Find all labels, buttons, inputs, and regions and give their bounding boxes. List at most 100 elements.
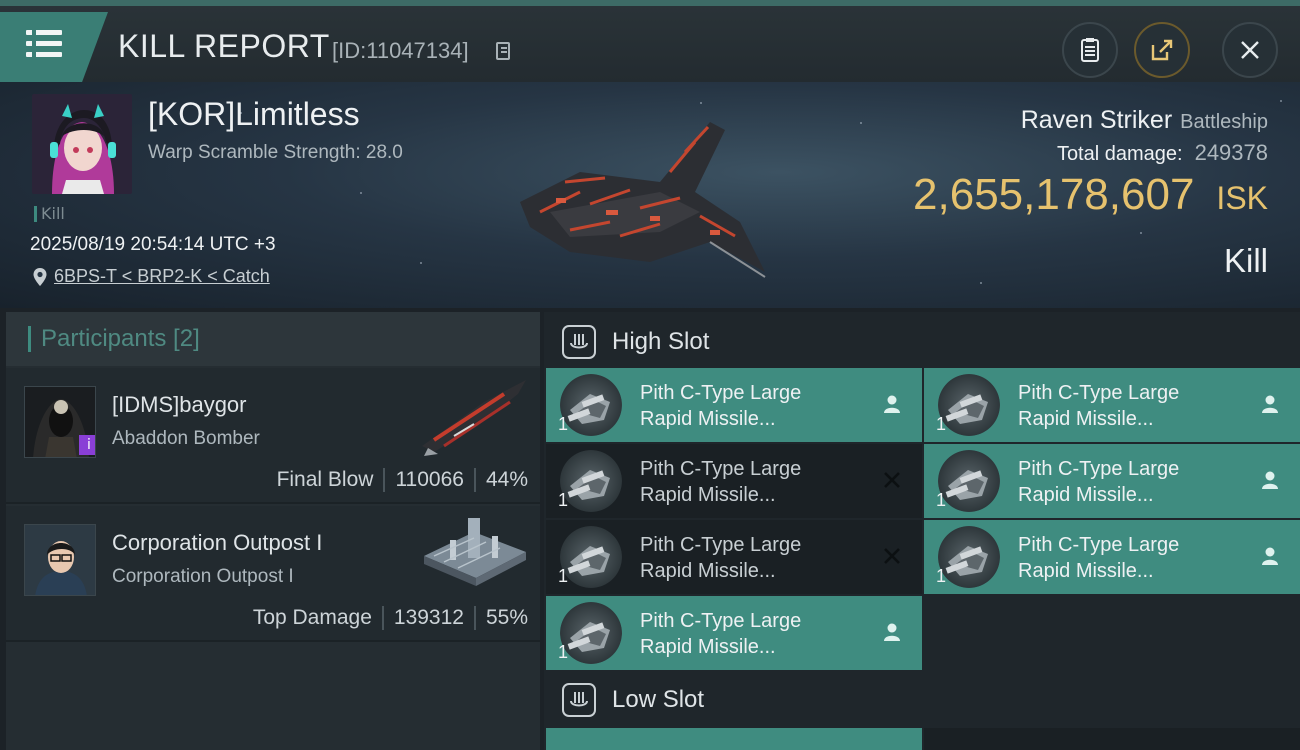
- module-name-line1: Pith C-Type Large: [1018, 534, 1180, 556]
- low-slot-label: Low Slot: [612, 686, 705, 713]
- result-label: Kill: [1223, 242, 1268, 279]
- stat-divider: [473, 606, 476, 630]
- kill-datetime: 2025/08/19 20:54:14 UTC +3: [30, 234, 276, 255]
- module-icon: [560, 602, 622, 664]
- high-slot-module[interactable]: 1 Pith C-Type Large Rapid Missile...: [546, 520, 922, 594]
- fitting-panel: High Slot 1 Pith C-Type Large Rapid Missil…: [544, 312, 1300, 750]
- high-slot-label: High Slot: [612, 328, 710, 355]
- total-damage-label: Total damage:: [1056, 143, 1183, 165]
- module-name-line2: Rapid Missile...: [1018, 484, 1154, 506]
- stat-divider: [381, 606, 384, 630]
- module-name-line2: Rapid Missile...: [1018, 408, 1154, 430]
- low-slot-module[interactable]: [924, 728, 1300, 750]
- high-slot-module[interactable]: 1 Pith C-Type Large Rapid Missile...: [546, 444, 922, 518]
- module-icon: [938, 374, 1000, 436]
- module-name-line1: Pith C-Type Large: [1018, 382, 1180, 404]
- module-quantity: 1: [936, 414, 947, 434]
- module-quantity: 1: [558, 490, 569, 510]
- participant-stats: Final Blow 110066 44%: [277, 468, 528, 492]
- low-slot-header: Low Slot: [544, 672, 1300, 728]
- participant-row[interactable]: Corporation Outpost I Corporation Outpos…: [6, 506, 540, 642]
- copy-icon[interactable]: [496, 42, 510, 60]
- module-name: Pith C-Type Large Rapid Missile...: [640, 608, 870, 660]
- star: [420, 262, 422, 264]
- destroyed-icon: [884, 472, 900, 488]
- high-slot-module[interactable]: 1 Pith C-Type Large Rapid Missile...: [924, 368, 1300, 442]
- clipboard-icon: [1081, 38, 1099, 62]
- module-name-line1: Pith C-Type Large: [640, 534, 802, 556]
- high-slot-module[interactable]: 1 Pith C-Type Large Rapid Missile...: [546, 596, 922, 670]
- module-icon: [560, 450, 622, 512]
- module-quantity: 1: [558, 642, 569, 662]
- total-damage: Total damage: 249378: [1057, 140, 1268, 166]
- high-slot-module[interactable]: 1 Pith C-Type Large Rapid Missile...: [924, 444, 1300, 518]
- share-icon: [1151, 39, 1173, 61]
- clipboard-button[interactable]: [1062, 22, 1118, 78]
- module-name-line2: Rapid Missile...: [1018, 560, 1154, 582]
- module-icon: [560, 526, 622, 588]
- participant-row[interactable]: i [IDMS]baygor Abaddon Bomber Final Blow…: [6, 368, 540, 504]
- module-name: Pith C-Type Large Rapid Missile...: [640, 380, 870, 432]
- participant-ship-image: [422, 380, 526, 456]
- high-slot-module[interactable]: 1 Pith C-Type Large Rapid Missile...: [924, 520, 1300, 594]
- module-quantity: 1: [936, 490, 947, 510]
- participant-stats: Top Damage 139312 55%: [253, 606, 528, 630]
- isk-value: 2,655,178,607 ISK: [913, 170, 1268, 220]
- ship-class: Battleship: [1180, 111, 1268, 133]
- participants-title: Participants [2]: [28, 326, 200, 352]
- victim-ship[interactable]: Raven Striker Battleship: [1021, 106, 1268, 135]
- high-slot-icon: [562, 325, 596, 359]
- kill-summary: [KOR]Limitless Warp Scramble Strength: 2…: [0, 82, 1300, 308]
- isk-unit: ISK: [1216, 180, 1268, 216]
- high-slot-header: High Slot: [544, 314, 1300, 370]
- participant-percent: 44%: [485, 468, 528, 491]
- star: [980, 282, 982, 284]
- page-title: KILL REPORT: [118, 28, 330, 64]
- isk-amount: 2,655,178,607: [913, 170, 1195, 219]
- module-icon: [938, 526, 1000, 588]
- ship-name: Raven Striker: [1020, 106, 1173, 134]
- share-button[interactable]: [1134, 22, 1190, 78]
- warp-scramble-strength: Warp Scramble Strength: 28.0: [148, 142, 403, 163]
- module-name: Pith C-Type Large Rapid Missile...: [640, 456, 870, 508]
- module-quantity: 1: [558, 566, 569, 586]
- menu-button[interactable]: [0, 12, 108, 82]
- report-id: [ID:11047134]: [332, 38, 469, 63]
- module-quantity: 1: [558, 414, 569, 434]
- pilot-icon: [1262, 471, 1278, 489]
- participant-percent: 55%: [485, 606, 528, 629]
- module-name-line2: Rapid Missile...: [640, 636, 776, 658]
- participant-ship: Corporation Outpost I: [112, 566, 294, 587]
- participant-label: Top Damage: [252, 606, 372, 629]
- pilot-avatar[interactable]: [32, 94, 132, 194]
- module-icon: [560, 374, 622, 436]
- pilot-icon: [1262, 395, 1278, 413]
- module-name: Pith C-Type Large Rapid Missile...: [1018, 456, 1248, 508]
- module-name: Pith C-Type Large Rapid Missile...: [640, 532, 870, 584]
- module-name-line2: Rapid Missile...: [640, 408, 776, 430]
- participant-avatar: i: [24, 386, 96, 458]
- stat-divider: [473, 468, 476, 492]
- high-slot-module[interactable]: 1 Pith C-Type Large Rapid Missile...: [546, 368, 922, 442]
- low-slot-module[interactable]: [546, 728, 922, 750]
- total-damage-value: 249378: [1194, 140, 1268, 165]
- module-name: Pith C-Type Large Rapid Missile...: [1018, 532, 1248, 584]
- location-link[interactable]: 6BPS-T < BRP2-K < Catch: [32, 266, 270, 287]
- star: [360, 192, 362, 194]
- info-badge-icon: i: [79, 435, 95, 455]
- pilot-name[interactable]: [KOR]Limitless: [148, 96, 360, 133]
- module-name-line1: Pith C-Type Large: [1018, 458, 1180, 480]
- participant-name: [IDMS]baygor: [112, 392, 247, 417]
- close-button[interactable]: [1222, 22, 1278, 78]
- participants-header: Participants [2]: [6, 312, 540, 366]
- stat-divider: [383, 468, 386, 492]
- destroyed-icon: [884, 548, 900, 564]
- participant-ship: Abaddon Bomber: [112, 428, 260, 449]
- participant-damage: 110066: [395, 468, 464, 491]
- module-name-line1: Pith C-Type Large: [640, 458, 802, 480]
- module-name-line1: Pith C-Type Large: [640, 610, 802, 632]
- top-bar: KILL REPORT [ID:11047134]: [0, 0, 1300, 82]
- menu-icon-gap: [32, 41, 36, 46]
- location-text: 6BPS-T < BRP2-K < Catch: [54, 266, 270, 286]
- menu-icon-gap: [32, 52, 36, 57]
